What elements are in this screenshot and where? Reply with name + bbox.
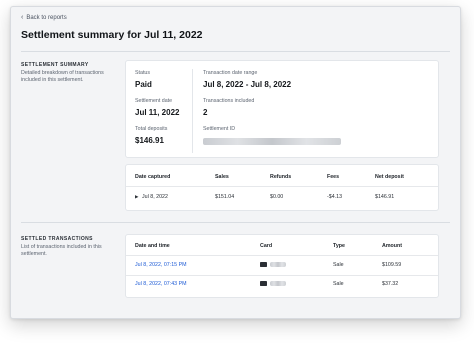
row-date: Jul 8, 2022 bbox=[142, 194, 168, 200]
date-range-value: Jul 8, 2022 - Jul 8, 2022 bbox=[203, 80, 292, 89]
card-number-redacted bbox=[270, 281, 286, 286]
breakdown-table: Date captured Sales Refunds Fees Net dep… bbox=[125, 164, 439, 211]
transaction-link[interactable]: Jul 8, 2022, 07:15 PM bbox=[135, 262, 187, 268]
total-deposits-value: $146.91 bbox=[135, 136, 164, 145]
row-fees: -$4.13 bbox=[327, 194, 343, 200]
col-amount: Amount bbox=[382, 243, 403, 249]
summary-card: Status Paid Settlement date Jul 11, 2022… bbox=[125, 60, 439, 158]
page-title: Settlement summary for Jul 11, 2022 bbox=[21, 29, 203, 41]
col-net-deposit: Net deposit bbox=[375, 174, 404, 180]
total-deposits-field: Total deposits $146.91 bbox=[135, 126, 167, 145]
transactions-included-value: 2 bbox=[203, 108, 208, 117]
row-net-deposit: $146.91 bbox=[375, 194, 395, 200]
transactions-table: Date and time Card Type Amount Jul 8, 20… bbox=[125, 234, 439, 298]
caret-right-icon[interactable]: ▶ bbox=[135, 194, 138, 200]
row-sales: $151.04 bbox=[215, 194, 235, 200]
settled-transactions-description: List of transactions included in this se… bbox=[21, 244, 102, 257]
transaction-link[interactable]: Jul 8, 2022, 07:43 PM bbox=[135, 281, 187, 287]
status-field: Status Paid bbox=[135, 70, 152, 89]
row-amount: $37.32 bbox=[382, 281, 399, 287]
settlement-summary-heading: SETTLEMENT SUMMARY bbox=[21, 62, 89, 68]
col-date-captured: Date captured bbox=[135, 174, 171, 180]
settlement-date-label: Settlement date bbox=[135, 98, 173, 104]
header-divider bbox=[21, 51, 450, 52]
row-refunds: $0.00 bbox=[270, 194, 284, 200]
table-header-divider bbox=[126, 255, 438, 256]
credit-card-icon bbox=[260, 281, 267, 286]
app-window: ‹ Back to reports Settlement summary for… bbox=[10, 6, 461, 319]
row-type: Sale bbox=[333, 262, 344, 268]
status-value: Paid bbox=[135, 80, 152, 89]
date-range-label: Transaction date range bbox=[203, 70, 258, 76]
section-divider bbox=[21, 222, 450, 223]
settlement-id-label: Settlement ID bbox=[203, 126, 236, 132]
summary-divider bbox=[192, 69, 193, 153]
col-fees: Fees bbox=[327, 174, 340, 180]
col-type: Type bbox=[333, 243, 345, 249]
settlement-summary-description: Detailed breakdown of transactions inclu… bbox=[21, 70, 104, 83]
back-link[interactable]: ‹ Back to reports bbox=[21, 14, 67, 21]
col-sales: Sales bbox=[215, 174, 229, 180]
col-refunds: Refunds bbox=[270, 174, 292, 180]
settled-transactions-heading: SETTLED TRANSACTIONS bbox=[21, 236, 93, 242]
col-card: Card bbox=[260, 243, 273, 249]
settlement-date-value: Jul 11, 2022 bbox=[135, 108, 180, 117]
table-header-divider bbox=[126, 186, 438, 187]
back-label: Back to reports bbox=[26, 15, 67, 21]
row-type: Sale bbox=[333, 281, 344, 287]
settlement-id-field: Settlement ID bbox=[203, 126, 341, 150]
card-number-redacted bbox=[270, 262, 286, 267]
col-date-and-time: Date and time bbox=[135, 243, 170, 249]
row-divider bbox=[126, 275, 438, 276]
settlement-date-field: Settlement date Jul 11, 2022 bbox=[135, 98, 179, 117]
credit-card-icon bbox=[260, 262, 267, 267]
chevron-left-icon: ‹ bbox=[21, 14, 24, 21]
total-deposits-label: Total deposits bbox=[135, 126, 168, 132]
status-label: Status bbox=[135, 70, 151, 76]
transactions-included-label: Transactions included bbox=[203, 98, 255, 104]
row-amount: $109.59 bbox=[382, 262, 402, 268]
date-range-field: Transaction date range Jul 8, 2022 - Jul… bbox=[203, 70, 291, 89]
settlement-id-redacted bbox=[203, 138, 341, 145]
transactions-included-field: Transactions included 2 bbox=[203, 98, 254, 117]
